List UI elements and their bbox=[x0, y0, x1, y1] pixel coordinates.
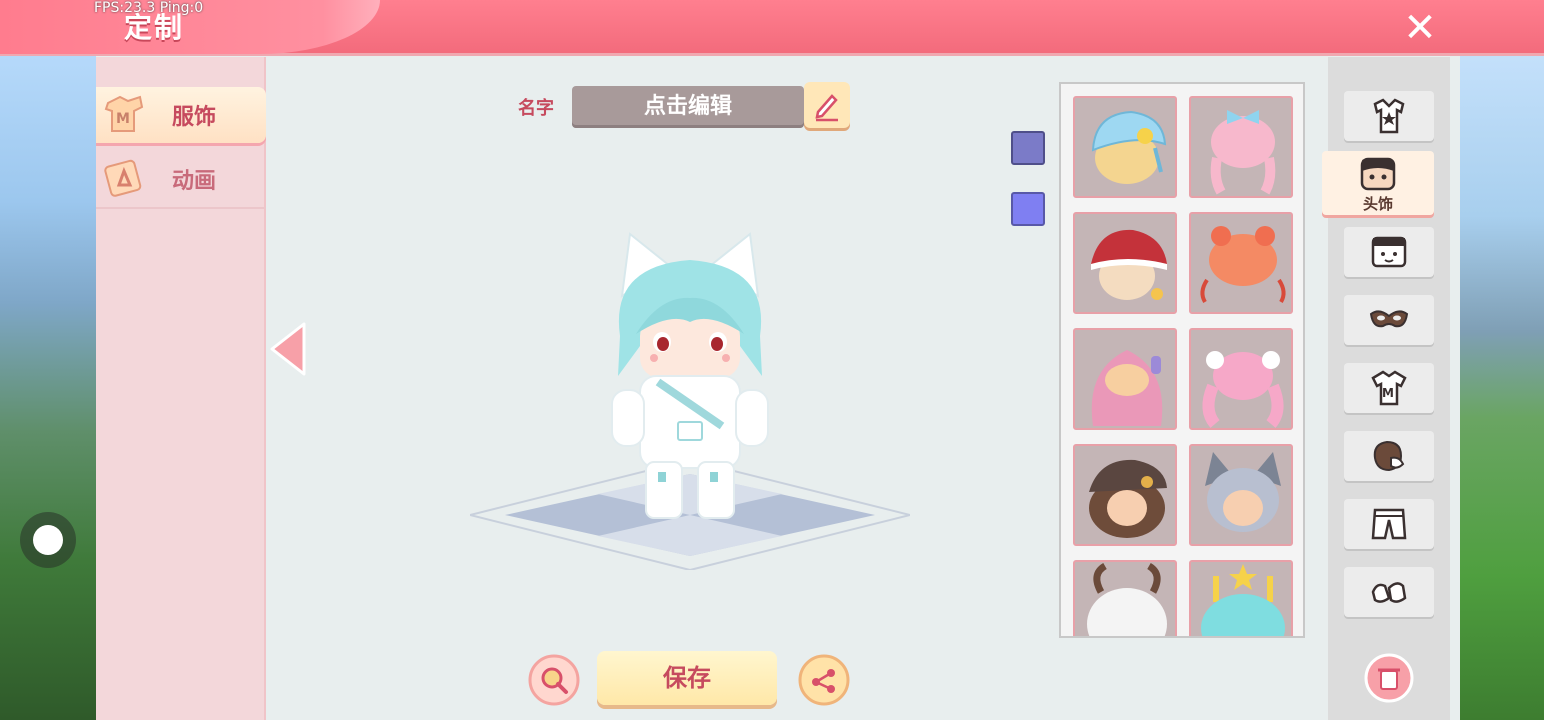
item-card-brown-cap[interactable] bbox=[1073, 444, 1177, 546]
mask-icon bbox=[1369, 310, 1409, 328]
item-icon-blue-hat bbox=[1091, 110, 1167, 184]
name-input[interactable]: 点击编辑 bbox=[572, 86, 804, 128]
color-swatch-2[interactable] bbox=[1011, 192, 1045, 226]
outfit-icon bbox=[1373, 98, 1405, 134]
item-icon-orange-ribbon bbox=[1200, 226, 1286, 304]
item-icon-silver-wolf bbox=[1205, 452, 1281, 532]
scenery-left bbox=[0, 0, 96, 720]
category-panel: M 服饰 动画 bbox=[96, 57, 266, 720]
item-card-pink-twintails[interactable] bbox=[1189, 328, 1293, 430]
svg-text:M: M bbox=[116, 111, 130, 127]
close-button[interactable]: ✕ bbox=[1398, 6, 1442, 50]
share-button[interactable] bbox=[798, 654, 850, 706]
edit-name-button[interactable] bbox=[804, 82, 850, 128]
share-icon bbox=[798, 654, 850, 706]
trash-icon bbox=[1364, 653, 1414, 703]
color-swatch-1[interactable] bbox=[1011, 131, 1045, 165]
name-label: 名字 bbox=[518, 98, 554, 119]
pencil-icon bbox=[815, 94, 838, 122]
category-clothing[interactable]: M 服饰 bbox=[96, 87, 266, 143]
tab-shoes[interactable] bbox=[1344, 567, 1434, 617]
head-icon bbox=[1360, 157, 1396, 191]
shirt-icon: M bbox=[1371, 370, 1407, 406]
zoom-button[interactable] bbox=[528, 654, 580, 706]
tab-outfit[interactable] bbox=[1344, 91, 1434, 141]
joystick-knob[interactable] bbox=[33, 525, 63, 555]
tab-headwear-label: 头饰 bbox=[1362, 195, 1393, 213]
item-card-silver-wolf[interactable] bbox=[1189, 444, 1293, 546]
item-icon-pink-headphones bbox=[1091, 350, 1163, 426]
tab-face[interactable] bbox=[1344, 227, 1434, 277]
svg-text:M: M bbox=[1382, 386, 1394, 400]
tab-shirt[interactable]: M bbox=[1344, 363, 1434, 413]
item-icon-brown-cap bbox=[1089, 459, 1167, 538]
clear-button[interactable] bbox=[1364, 653, 1414, 703]
item-icon-white-horns bbox=[1087, 562, 1167, 636]
item-icon-christmas-hat bbox=[1091, 229, 1167, 300]
magnifier-icon bbox=[528, 654, 580, 706]
item-grid bbox=[1059, 82, 1305, 638]
category-animation-label: 动画 bbox=[172, 169, 217, 194]
category-clothing-label: 服饰 bbox=[172, 105, 217, 130]
tab-headwear[interactable]: 头饰 bbox=[1322, 151, 1434, 215]
item-icon-teal-candles bbox=[1201, 564, 1285, 636]
item-icon-pink-twintails bbox=[1202, 351, 1284, 428]
shoes-icon bbox=[1371, 582, 1407, 603]
movement-joystick[interactable] bbox=[20, 512, 76, 568]
save-button[interactable]: 保存 bbox=[597, 651, 777, 705]
page-title: 定制 bbox=[124, 11, 185, 44]
clothing-icon: M bbox=[104, 95, 144, 132]
item-card-pink-braids[interactable] bbox=[1189, 96, 1293, 198]
tab-gloves[interactable] bbox=[1344, 431, 1434, 481]
top-bar: FPS:23.3 Ping:0 定制 ✕ bbox=[0, 0, 1544, 56]
item-card-pink-headphones[interactable] bbox=[1073, 328, 1177, 430]
category-animation[interactable]: 动画 bbox=[96, 151, 266, 209]
item-card-christmas-hat[interactable] bbox=[1073, 212, 1177, 314]
animation-icon bbox=[104, 159, 142, 197]
pants-icon bbox=[1371, 508, 1407, 540]
scenery-right bbox=[1460, 0, 1544, 720]
tab-mask[interactable] bbox=[1344, 295, 1434, 345]
item-card-blue-hat[interactable] bbox=[1073, 96, 1177, 198]
item-card-orange-ribbon[interactable] bbox=[1189, 212, 1293, 314]
face-icon bbox=[1371, 236, 1407, 268]
close-icon: ✕ bbox=[1403, 5, 1437, 51]
item-category-sidebar: 头饰 M bbox=[1322, 57, 1450, 720]
item-icon-pink-braids bbox=[1210, 110, 1276, 195]
character-avatar bbox=[611, 232, 769, 519]
glove-icon bbox=[1373, 440, 1405, 472]
item-card-white-horns[interactable] bbox=[1073, 560, 1177, 636]
tab-pants[interactable] bbox=[1344, 499, 1434, 549]
item-card-teal-candles[interactable] bbox=[1189, 560, 1293, 636]
previous-arrow-icon[interactable] bbox=[268, 320, 308, 378]
